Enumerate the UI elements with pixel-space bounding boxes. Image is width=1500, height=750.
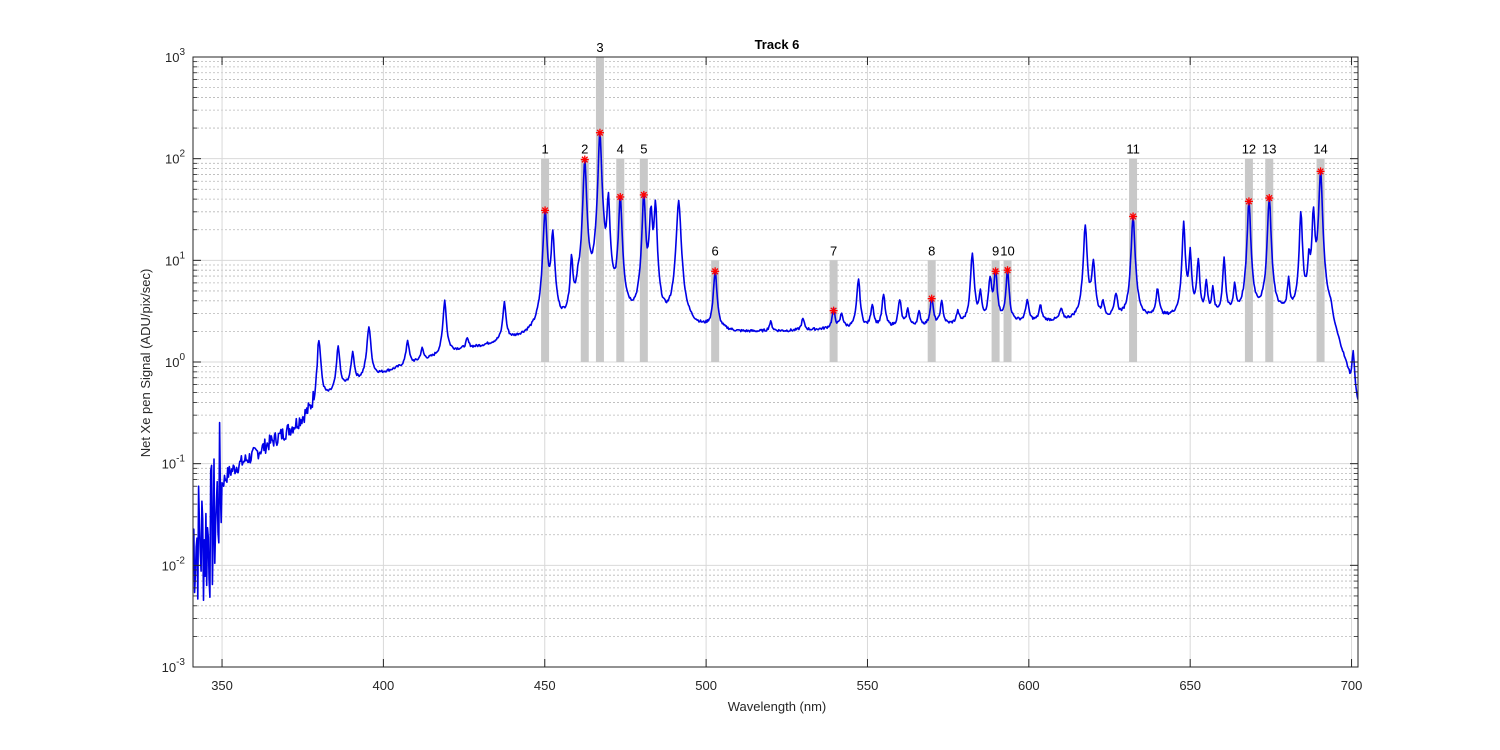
- peak-marker: [595, 128, 604, 137]
- peak-label: 9: [992, 243, 999, 258]
- x-axis-label: Wavelength (nm): [728, 699, 827, 714]
- peak-label: 5: [640, 142, 647, 157]
- peak-label: 2: [581, 142, 588, 157]
- chart-title: Track 6: [755, 37, 800, 52]
- x-tick-label: 500: [695, 678, 717, 693]
- peak-label: 7: [830, 243, 837, 258]
- peak-marker: [1003, 266, 1012, 275]
- peak-marker: [991, 267, 1000, 276]
- x-tick-label: 650: [1179, 678, 1201, 693]
- peak-label: 11: [1126, 142, 1140, 157]
- peak-marker: [829, 306, 838, 315]
- x-tick-label: 350: [211, 678, 233, 693]
- x-tick-label: 600: [1018, 678, 1040, 693]
- peak-label: 10: [1000, 243, 1014, 258]
- peak-band: [1316, 158, 1325, 362]
- peak-marker: [711, 267, 720, 276]
- peak-band: [580, 158, 589, 362]
- y-axis-label: Net Xe pen Signal (ADU/pix/sec): [138, 269, 153, 458]
- peak-label: 4: [617, 142, 624, 157]
- x-tick-label: 700: [1341, 678, 1363, 693]
- x-tick-label: 450: [534, 678, 556, 693]
- spectrum-chart: 1 234 56 7 8 9 1011 12 13 14 350 400 450 500 550 600 65…: [0, 0, 1500, 750]
- peak-label: 14: [1313, 142, 1327, 157]
- peak-label: 12: [1242, 142, 1256, 157]
- peak-label: 6: [712, 243, 719, 258]
- peak-label: 3: [596, 40, 603, 55]
- peak-marker: [927, 294, 936, 303]
- peak-label: 1: [541, 142, 548, 157]
- x-tick-label: 400: [373, 678, 395, 693]
- peak-label: 13: [1262, 142, 1276, 157]
- peak-marker: [580, 155, 589, 164]
- peak-label: 8: [928, 243, 935, 258]
- x-tick-label: 550: [857, 678, 879, 693]
